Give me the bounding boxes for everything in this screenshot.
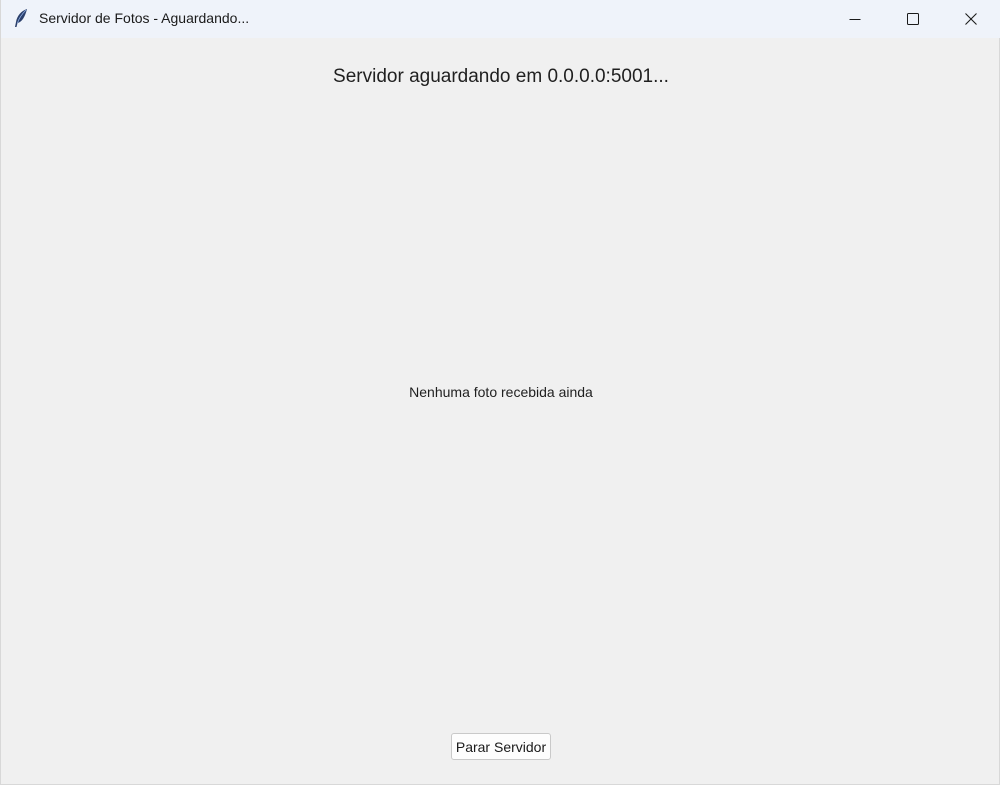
feather-icon (13, 8, 29, 28)
close-icon (965, 13, 977, 25)
app-window: Servidor de Fotos - Aguardando... Servid… (0, 0, 1000, 785)
minimize-button[interactable] (826, 0, 884, 38)
close-button[interactable] (942, 0, 1000, 38)
window-title: Servidor de Fotos - Aguardando... (39, 10, 250, 26)
photo-display-area: Nenhuma foto recebida ainda (409, 384, 593, 400)
minimize-icon (849, 13, 861, 25)
stop-server-button[interactable]: Parar Servidor (451, 733, 551, 760)
main-content: Servidor aguardando em 0.0.0.0:5001... N… (1, 38, 1000, 785)
server-status-label: Servidor aguardando em 0.0.0.0:5001... (333, 66, 669, 87)
maximize-icon (907, 13, 919, 25)
title-bar[interactable]: Servidor de Fotos - Aguardando... (1, 0, 1000, 38)
maximize-button[interactable] (884, 0, 942, 38)
